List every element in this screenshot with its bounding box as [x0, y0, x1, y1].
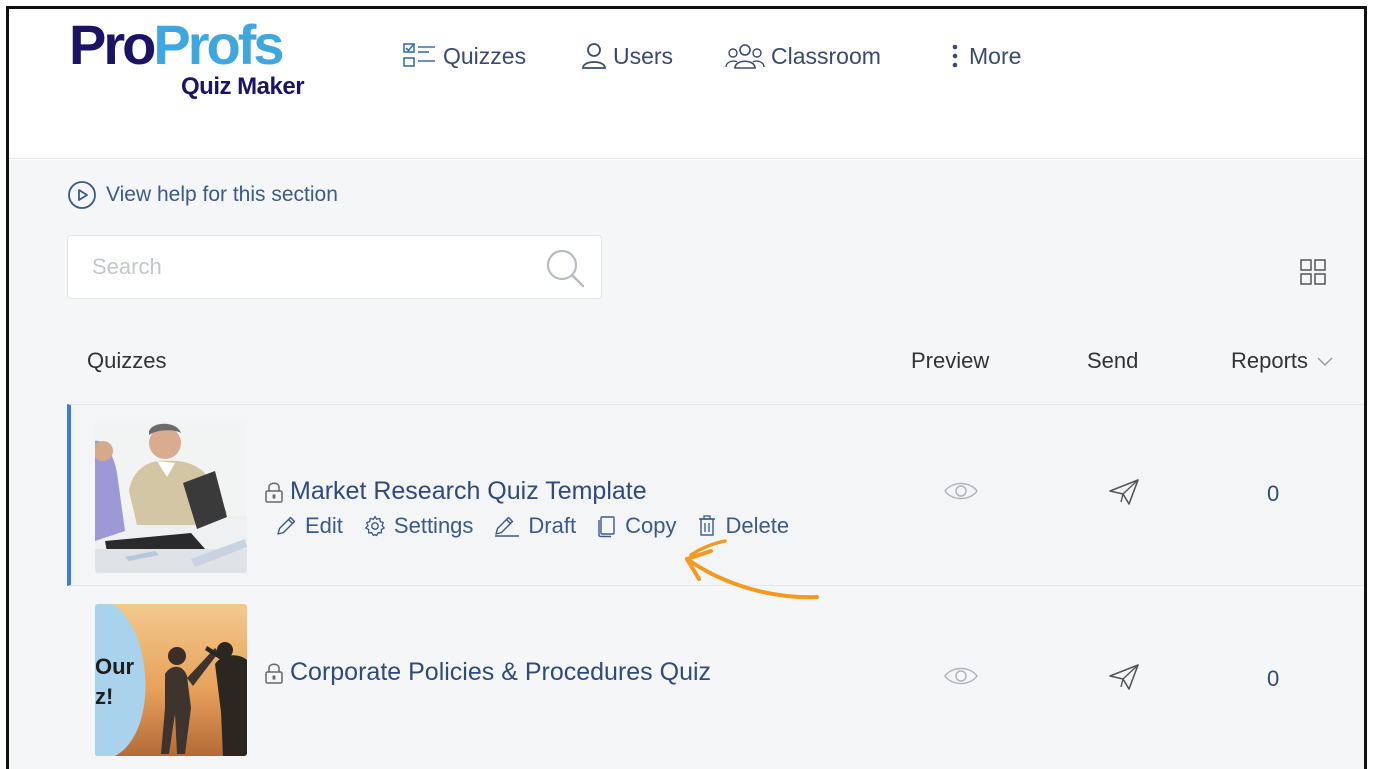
column-header-reports[interactable]: Reports	[1231, 340, 1334, 382]
lock-icon	[265, 482, 283, 503]
quiz-actions: Edit Settings Draft Copy Delete	[274, 513, 809, 539]
quiz-title-link[interactable]: Market Research Quiz Template	[264, 477, 647, 506]
quiz-title: Market Research Quiz Template	[290, 477, 647, 505]
app-window: ProProfs Quiz Maker Quizzes Users Classr…	[6, 6, 1367, 769]
column-header-quizzes: Quizzes	[87, 348, 167, 373]
nav-quizzes[interactable]: Quizzes	[403, 39, 526, 73]
nav-more[interactable]: More	[947, 39, 1021, 73]
main-content: View help for this section Quizzes Previ…	[9, 160, 1364, 769]
edit-button[interactable]: Edit	[274, 513, 343, 539]
quiz-title-link[interactable]: Corporate Policies & Procedures Quiz	[264, 658, 711, 687]
copy-button[interactable]: Copy	[596, 513, 676, 539]
reports-count[interactable]: 0	[1267, 481, 1279, 507]
thumbnail-text: Our z!	[95, 654, 135, 709]
table-header: Quizzes Preview Send Reports	[9, 340, 1364, 400]
trash-icon	[699, 515, 716, 536]
gear-icon	[365, 515, 385, 537]
paper-plane-icon[interactable]	[1107, 477, 1141, 507]
draft-button[interactable]: Draft	[493, 513, 576, 539]
settings-label: Settings	[393, 513, 474, 538]
search-icon[interactable]	[543, 246, 587, 290]
copy-label: Copy	[625, 513, 677, 538]
eye-icon[interactable]	[943, 479, 979, 503]
help-link[interactable]: View help for this section	[67, 180, 338, 210]
grid-view-icon[interactable]	[1299, 258, 1327, 286]
chevron-down-icon	[1317, 357, 1333, 366]
draft-pencil-icon	[495, 516, 520, 537]
table-row[interactable]: Market Research Quiz Template Edit Setti…	[67, 404, 1364, 586]
eye-icon[interactable]	[943, 664, 979, 688]
user-icon	[582, 43, 606, 69]
copy-icon	[598, 516, 615, 538]
help-label: View help for this section	[106, 183, 338, 206]
quiz-thumbnail	[95, 421, 247, 573]
quiz-title: Corporate Policies & Procedures Quiz	[290, 658, 712, 686]
column-header-reports-label: Reports	[1231, 348, 1309, 373]
settings-button[interactable]: Settings	[363, 513, 474, 539]
play-circle-icon	[68, 181, 96, 209]
group-icon	[725, 44, 765, 69]
edit-label: Edit	[305, 513, 343, 538]
delete-button[interactable]: Delete	[696, 513, 789, 539]
nav-users-label: Users	[613, 42, 674, 69]
nav-classroom-label: Classroom	[771, 42, 881, 69]
quiz-thumbnail: Our z!	[95, 604, 247, 756]
table-row[interactable]: Our z! Corporate Policies & Procedures Q…	[67, 588, 1364, 769]
proprofs-logo[interactable]: ProProfs Quiz Maker	[69, 15, 329, 105]
paper-plane-icon[interactable]	[1107, 662, 1141, 692]
logo-subtitle: Quiz Maker	[181, 73, 305, 100]
delete-label: Delete	[725, 513, 790, 538]
search-box	[67, 235, 602, 299]
logo-pro-text: Pro	[69, 13, 156, 76]
lock-icon	[265, 663, 283, 684]
column-header-preview: Preview	[911, 348, 990, 373]
nav-classroom[interactable]: Classroom	[725, 39, 881, 73]
pencil-icon	[277, 516, 296, 535]
top-header: ProProfs Quiz Maker Quizzes Users Classr…	[9, 9, 1364, 159]
nav-users[interactable]: Users	[581, 39, 673, 73]
reports-count[interactable]: 0	[1267, 666, 1279, 692]
nav-more-label: More	[969, 42, 1022, 69]
nav-quizzes-label: Quizzes	[443, 42, 527, 69]
column-header-send: Send	[1087, 348, 1139, 373]
logo-profs-text: Profs	[153, 13, 284, 76]
quiz-list-icon	[403, 43, 435, 67]
vertical-dots-icon	[952, 44, 958, 68]
draft-label: Draft	[528, 513, 577, 538]
search-input[interactable]	[92, 250, 532, 284]
